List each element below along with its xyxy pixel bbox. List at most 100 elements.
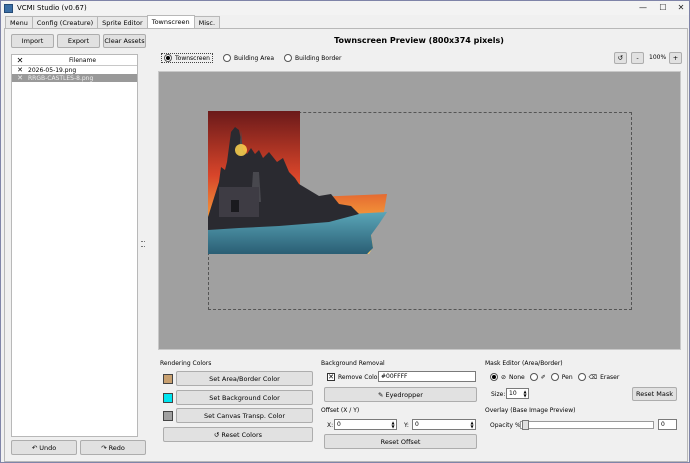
tab-sprite-editor[interactable]: Sprite Editor: [97, 16, 148, 28]
eyedropper-button[interactable]: ✎ Eyedropper: [324, 387, 477, 402]
remove-file-icon[interactable]: ✕: [12, 66, 28, 74]
title-bar: VCMI Studio (v0.67) — ☐ ✕: [1, 1, 689, 15]
app-window: VCMI Studio (v0.67) — ☐ ✕ Menu Config (C…: [0, 0, 690, 463]
filename-column-header[interactable]: Filename: [28, 57, 137, 64]
mask-tool-eraser[interactable]: ⌫ Eraser: [577, 373, 620, 381]
offset-title: Offset (X / Y): [321, 407, 360, 414]
remove-file-icon[interactable]: ✕: [12, 74, 28, 82]
tab-bar: Menu Config (Creature) Sprite Editor Tow…: [5, 15, 221, 28]
background-color-swatch: [163, 393, 173, 403]
mask-tool-pen[interactable]: Pen: [550, 373, 573, 381]
area-border-color-swatch: [163, 374, 173, 384]
mode-building-border[interactable]: Building Border: [284, 53, 341, 63]
file-name: 2026-05-19.png: [28, 66, 77, 74]
remove-column-header[interactable]: ✕: [12, 56, 28, 65]
rendering-colors-title: Rendering Colors: [160, 360, 212, 367]
mode-building-area[interactable]: Building Area: [222, 53, 275, 63]
canvas-color-swatch: [163, 411, 173, 421]
mask-size-spinbox[interactable]: 10 ▲ ▼: [506, 388, 529, 399]
mask-tool-none[interactable]: ⊘ None: [490, 373, 525, 381]
remove-color-field[interactable]: #00FFFF: [378, 371, 476, 382]
opacity-slider[interactable]: [520, 420, 654, 430]
eyedropper-icon: ✎: [378, 390, 384, 399]
mask-tool-brush[interactable]: ✐: [529, 373, 546, 381]
reset-colors-label: Reset Colors: [221, 430, 263, 439]
offset-y-value: 0: [415, 421, 419, 428]
redo-button[interactable]: ↷ Redo: [80, 440, 146, 455]
remove-color-label: Remove Color:: [338, 373, 382, 381]
offset-y-spinbox[interactable]: 0 ▲ ▼: [412, 419, 476, 430]
undo-label: Undo: [39, 443, 57, 452]
spin-arrows-icon[interactable]: ▲ ▼: [390, 420, 396, 429]
radio-icon: [164, 54, 172, 62]
list-item[interactable]: ✕ 2026-05-19.png: [12, 66, 137, 74]
reset-icon: ↺: [213, 430, 220, 439]
offset-y-label: Y:: [404, 422, 409, 429]
opacity-value-field[interactable]: 0: [658, 419, 677, 430]
mode-townscreen[interactable]: Townscreen: [161, 53, 213, 63]
none-icon: ⊘: [501, 373, 507, 381]
set-area-border-color-button[interactable]: Set Area/Border Color: [176, 371, 313, 386]
undo-icon: ↶: [31, 443, 38, 452]
tab-config-creature[interactable]: Config (Creature): [31, 16, 99, 28]
redo-label: Redo: [108, 443, 125, 452]
import-button[interactable]: Import: [11, 34, 54, 48]
remove-color-checkbox[interactable]: ✕ Remove Color:: [327, 373, 382, 381]
preview-title: Townscreen Preview (800x374 pixels): [334, 36, 504, 45]
mask-tool-group: ⊘ None ✐ Pen ⌫ Eraser: [490, 373, 619, 381]
offset-x-label: X:: [327, 422, 334, 429]
file-name: RRGB-CASTLES-8.png: [28, 74, 94, 82]
tab-misc[interactable]: Misc.: [193, 16, 221, 28]
list-item-selected[interactable]: ✕ RRGB-CASTLES-8.png: [12, 74, 137, 82]
radio-icon: [529, 373, 538, 381]
minimize-button[interactable]: —: [633, 1, 653, 14]
zoom-out-button[interactable]: -: [631, 52, 644, 64]
none-label: None: [509, 373, 525, 381]
set-background-color-button[interactable]: Set Background Color: [176, 390, 313, 405]
splitter-handle[interactable]: [141, 241, 145, 247]
radio-icon: [222, 54, 231, 62]
mode-label: Building Border: [295, 54, 342, 62]
reset-offset-button[interactable]: Reset Offset: [324, 434, 477, 449]
maximize-button[interactable]: ☐: [653, 1, 673, 14]
eraser-icon: ⌫: [588, 373, 598, 381]
preview-canvas[interactable]: [158, 71, 681, 350]
eraser-label: Eraser: [600, 373, 620, 381]
export-button[interactable]: Export: [57, 34, 100, 48]
offset-x-spinbox[interactable]: 0 ▲ ▼: [334, 419, 397, 430]
clear-assets-button[interactable]: Clear Assets: [103, 34, 146, 48]
background-removal-title: Background Removal: [321, 360, 385, 367]
redo-icon: ↷: [101, 443, 107, 452]
radio-icon: [577, 373, 586, 381]
pen-label: Pen: [561, 373, 573, 381]
spin-arrows-icon[interactable]: ▲ ▼: [469, 420, 475, 429]
preview-mode-group: Townscreen Building Area Building Border: [161, 53, 341, 63]
window-title: VCMI Studio (v0.67): [17, 4, 87, 12]
townscreen-image: [208, 111, 387, 254]
brush-icon: ✐: [540, 373, 546, 381]
mode-label: Building Area: [233, 54, 275, 62]
app-icon: [4, 3, 13, 13]
tab-menu[interactable]: Menu: [5, 16, 33, 28]
tab-townscreen[interactable]: Townscreen: [146, 15, 195, 28]
zoom-in-button[interactable]: +: [669, 52, 682, 64]
mask-editor-title: Mask Editor (Area/Border): [485, 360, 563, 367]
opacity-slider-handle[interactable]: [522, 420, 529, 430]
list-header: ✕ Filename: [12, 55, 137, 66]
set-canvas-transp-color-button[interactable]: Set Canvas Transp. Color: [176, 408, 313, 423]
close-button[interactable]: ✕: [671, 1, 690, 14]
radio-icon: [550, 373, 559, 381]
undo-button[interactable]: ↶ Undo: [11, 440, 77, 455]
spin-arrows-icon[interactable]: ▲ ▼: [522, 389, 528, 398]
mask-size-value: 10: [509, 390, 517, 397]
asset-list: ✕ Filename ✕ 2026-05-19.png ✕ RRGB-CASTL…: [11, 54, 138, 437]
opacity-label: Opacity %:: [490, 422, 523, 429]
radio-icon: [490, 373, 498, 381]
reset-colors-button[interactable]: ↺ Reset Colors: [163, 427, 313, 442]
overlay-title: Overlay (Base Image Preview): [485, 407, 576, 414]
zoom-level: 100%: [649, 54, 667, 61]
checkbox-icon: ✕: [327, 373, 335, 381]
reset-mask-button[interactable]: Reset Mask: [632, 387, 677, 401]
zoom-reset-button[interactable]: ↺: [614, 52, 627, 64]
eyedropper-label: Eyedropper: [385, 390, 423, 399]
